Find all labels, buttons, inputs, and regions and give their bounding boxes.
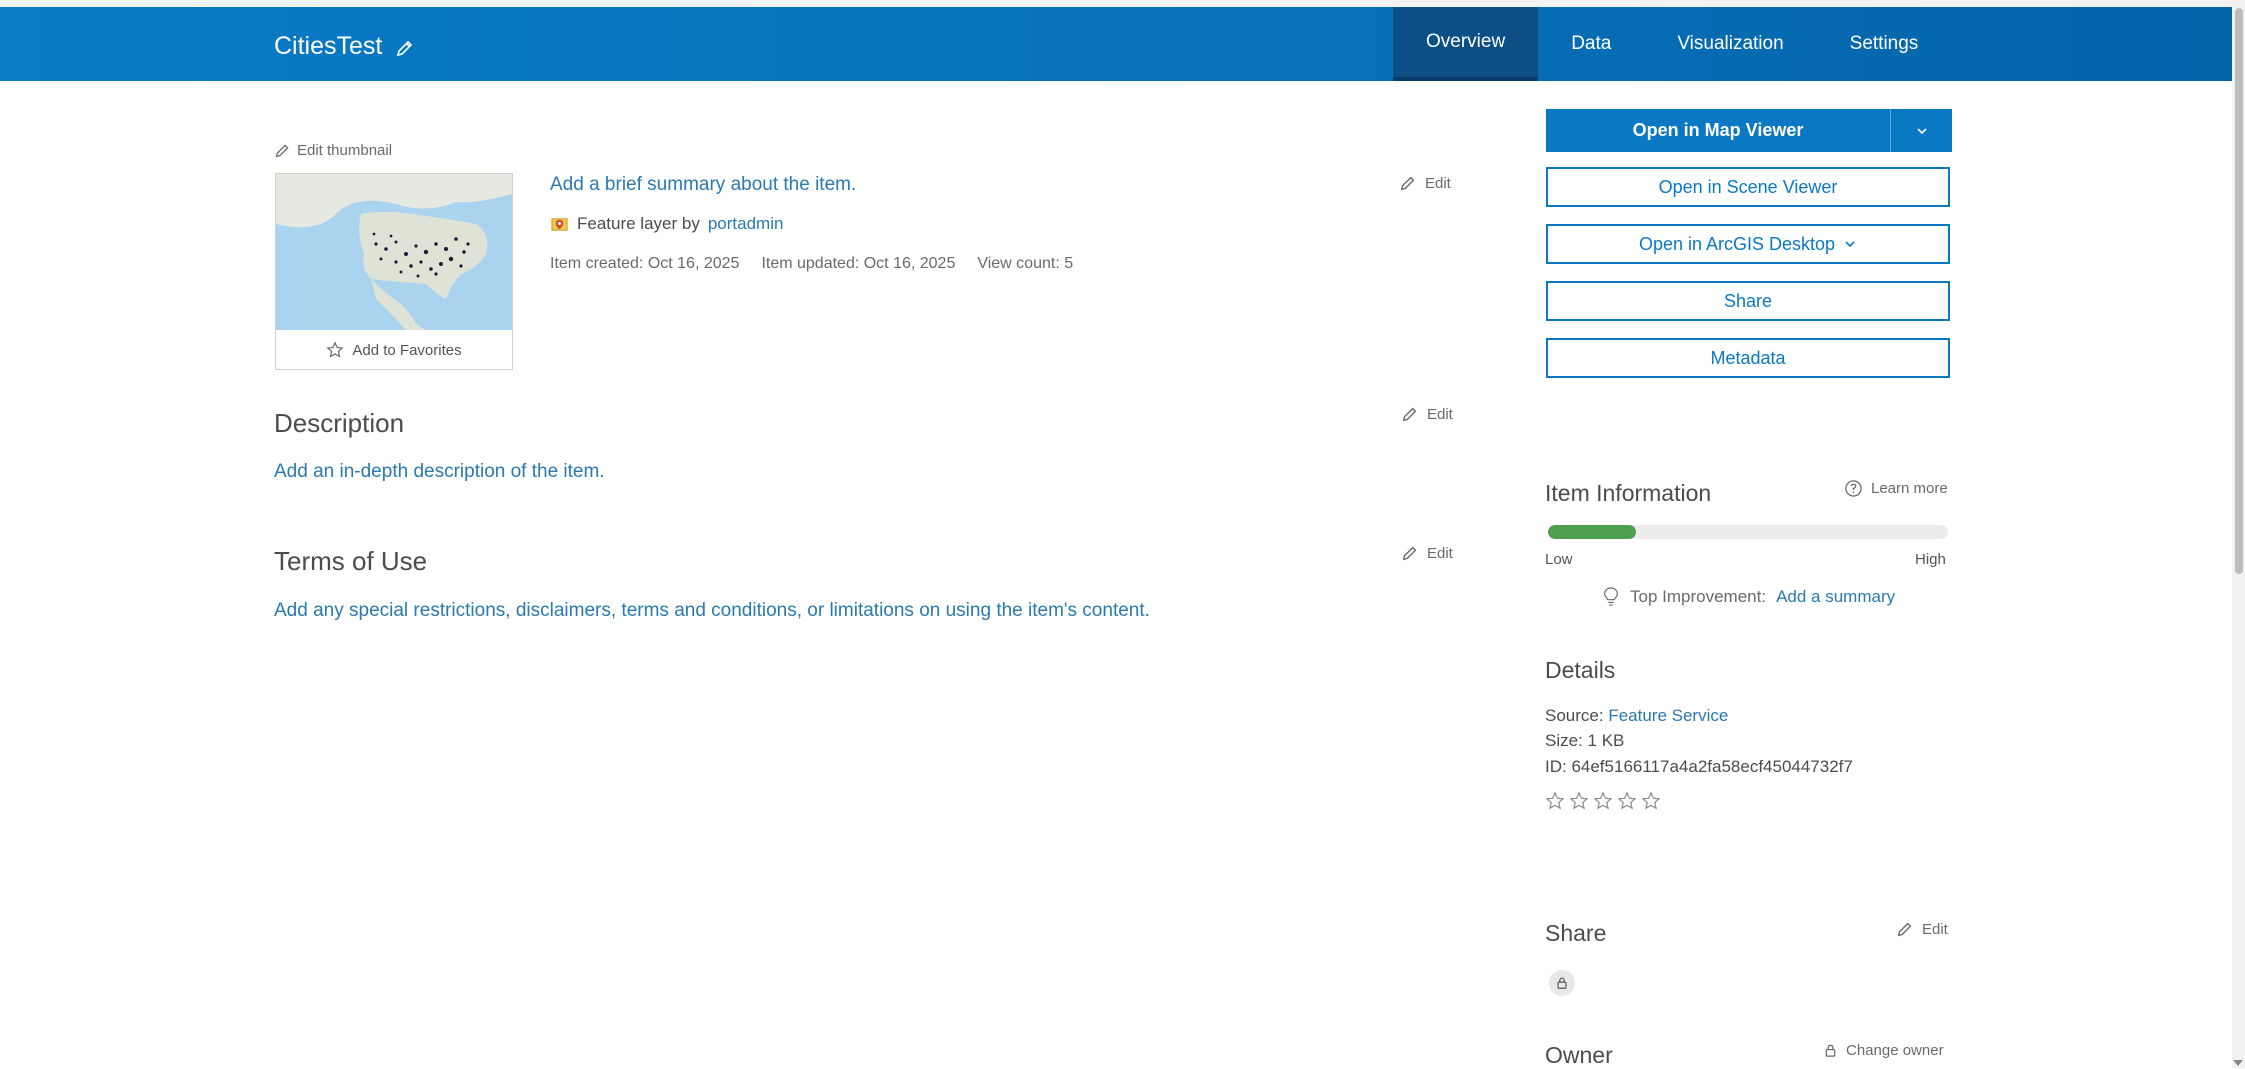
top-improvement-label: Top Improvement: xyxy=(1630,587,1767,606)
item-type-line: Feature layer by portadmin xyxy=(550,214,783,234)
private-lock-icon xyxy=(1549,970,1575,996)
edit-share-label: Edit xyxy=(1922,920,1948,938)
open-map-viewer-button[interactable]: Open in Map Viewer xyxy=(1546,109,1891,152)
description-heading: Description xyxy=(274,408,405,438)
open-scene-viewer-button[interactable]: Open in Scene Viewer xyxy=(1546,167,1950,207)
top-improvement: Top Improvement: Add a summary xyxy=(1602,586,1895,608)
owner-link[interactable]: portadmin xyxy=(708,214,784,234)
edit-summary-label: Edit xyxy=(1425,174,1451,192)
rating-star-icon[interactable] xyxy=(1569,791,1589,811)
scroll-down-arrow[interactable] xyxy=(2233,1060,2243,1066)
item-type-text: Feature layer by xyxy=(577,214,700,233)
item-updated: Item updated: Oct 16, 2025 xyxy=(761,255,956,272)
details-size: Size: 1 KB xyxy=(1545,731,1625,750)
item-title: CitiesTest xyxy=(274,32,383,60)
edit-thumbnail-button[interactable]: Edit thumbnail xyxy=(274,142,392,159)
chevron-down-icon xyxy=(1916,127,1927,134)
meter-low-label: Low xyxy=(1545,551,1573,568)
edit-title-icon[interactable] xyxy=(395,38,415,58)
add-to-favorites-label: Add to Favorites xyxy=(352,341,462,359)
tab-settings[interactable]: Settings xyxy=(1817,7,1952,81)
change-owner-label: Change owner xyxy=(1846,1042,1944,1059)
metadata-button[interactable]: Metadata xyxy=(1546,338,1950,378)
meter-high-label: High xyxy=(1915,551,1946,568)
item-information-meter-fill xyxy=(1548,525,1636,539)
terms-placeholder-link[interactable]: Add any special restrictions, disclaimer… xyxy=(274,600,1150,622)
page-scrollbar[interactable] xyxy=(2232,0,2245,1068)
edit-thumbnail-label: Edit thumbnail xyxy=(297,142,393,159)
details-source: Source: Feature Service xyxy=(1545,706,1728,726)
source-label: Source: xyxy=(1545,706,1604,725)
lock-icon xyxy=(1825,1044,1836,1057)
item-tabs: Overview Data Visualization Settings xyxy=(1393,7,1951,81)
tab-overview[interactable]: Overview xyxy=(1393,7,1539,81)
edit-terms-label: Edit xyxy=(1427,544,1453,562)
change-owner-button[interactable]: Change owner xyxy=(1823,1042,1944,1059)
details-id: ID: 64ef5166117a4a2fa58ecf45044732f7 xyxy=(1545,757,1853,776)
metadata-button-label: Metadata xyxy=(1710,347,1786,368)
browser-top-strip xyxy=(0,0,2232,7)
edit-summary-button[interactable]: Edit xyxy=(1399,174,1451,192)
learn-more-link[interactable]: Learn more xyxy=(1844,479,1948,498)
item-meta: Item created: Oct 16, 2025 Item updated:… xyxy=(550,255,1073,273)
item-information-heading: Item Information xyxy=(1545,480,1712,506)
share-button[interactable]: Share xyxy=(1546,281,1950,321)
chevron-down-icon xyxy=(1845,241,1855,248)
owner-heading: Owner xyxy=(1545,1042,1613,1068)
edit-description-label: Edit xyxy=(1427,405,1453,423)
rating-star-icon[interactable] xyxy=(1593,791,1613,811)
share-button-label: Share xyxy=(1723,290,1773,311)
edit-terms-button[interactable]: Edit xyxy=(1401,544,1453,562)
pencil-icon xyxy=(1400,176,1415,191)
terms-heading: Terms of Use xyxy=(274,546,428,576)
feature-layer-icon xyxy=(551,217,568,231)
rating-star-icon[interactable] xyxy=(1545,791,1565,811)
pencil-icon xyxy=(1402,407,1417,422)
thumbnail-map-image xyxy=(276,174,512,330)
edit-share-button[interactable]: Edit xyxy=(1896,920,1948,938)
thumbnail-card: Add to Favorites xyxy=(275,173,513,370)
open-arcgis-desktop-button[interactable]: Open in ArcGIS Desktop xyxy=(1546,224,1950,264)
lightbulb-icon xyxy=(1604,587,1618,606)
source-link[interactable]: Feature Service xyxy=(1608,706,1728,725)
item-information-meter xyxy=(1548,525,1948,539)
map-viewer-dropdown-button[interactable] xyxy=(1891,109,1952,152)
add-summary-link[interactable]: Add a summary xyxy=(1776,587,1895,607)
scrollbar-thumb[interactable] xyxy=(2235,8,2243,574)
star-icon xyxy=(326,341,344,358)
open-arcgis-desktop-label: Open in ArcGIS Desktop xyxy=(1638,233,1836,254)
add-to-favorites-button[interactable]: Add to Favorites xyxy=(276,332,512,368)
rating-star-icon[interactable] xyxy=(1641,791,1661,811)
rating-star-icon[interactable] xyxy=(1617,791,1637,811)
item-created: Item created: Oct 16, 2025 xyxy=(550,255,740,272)
open-scene-viewer-label: Open in Scene Viewer xyxy=(1658,176,1838,197)
open-map-viewer-split-button: Open in Map Viewer xyxy=(1546,109,1952,152)
rating-stars xyxy=(1545,791,1661,811)
pencil-icon xyxy=(1402,546,1417,561)
details-heading: Details xyxy=(1545,657,1616,683)
pencil-icon xyxy=(275,144,289,158)
summary-placeholder-link[interactable]: Add a brief summary about the item. xyxy=(550,174,856,196)
edit-description-button[interactable]: Edit xyxy=(1401,405,1453,423)
share-heading: Share xyxy=(1545,920,1607,946)
tab-data[interactable]: Data xyxy=(1538,7,1644,81)
tab-visualization[interactable]: Visualization xyxy=(1644,7,1816,81)
view-count: View count: 5 xyxy=(977,255,1074,272)
pencil-icon xyxy=(1897,922,1912,937)
learn-more-label: Learn more xyxy=(1871,480,1948,497)
description-placeholder-link[interactable]: Add an in-depth description of the item. xyxy=(274,461,605,483)
help-icon xyxy=(1845,480,1862,497)
